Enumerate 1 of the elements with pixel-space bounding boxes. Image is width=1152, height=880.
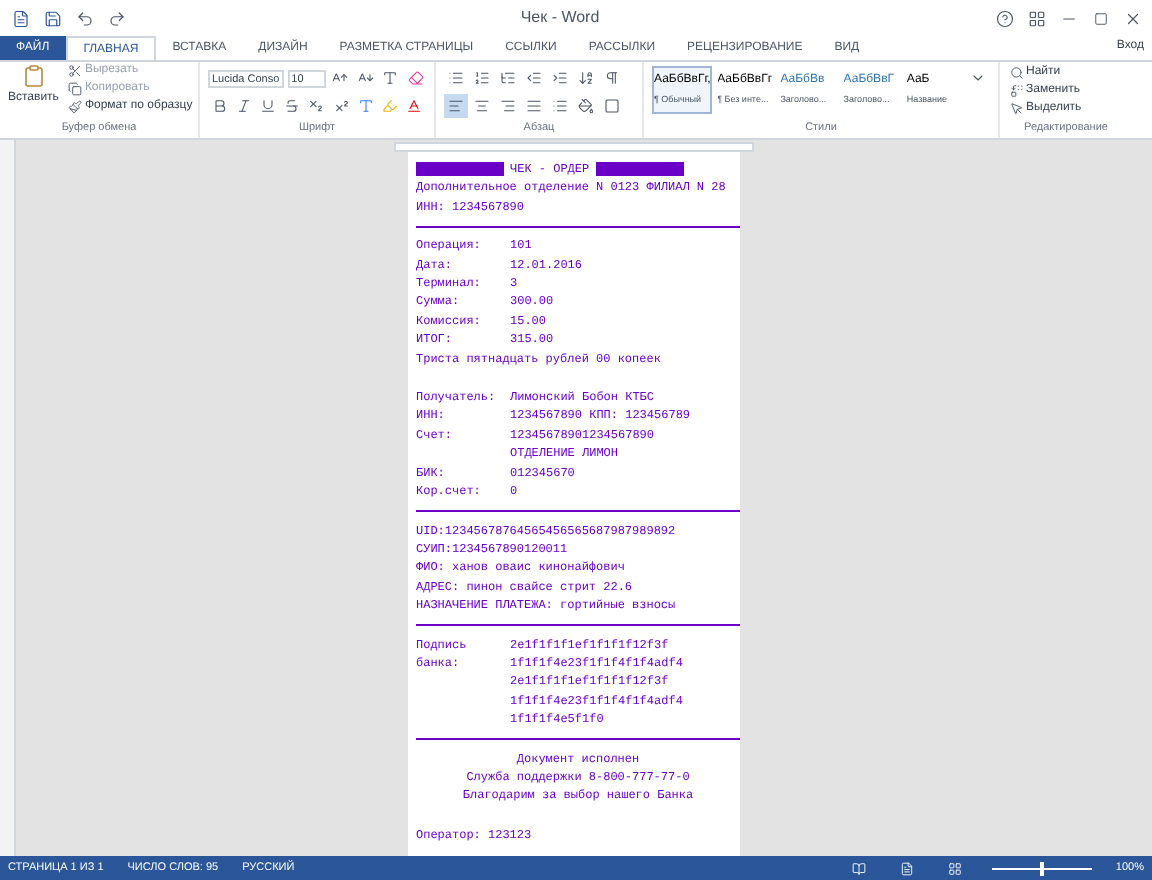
window-title: Чек - Word xyxy=(520,6,600,30)
